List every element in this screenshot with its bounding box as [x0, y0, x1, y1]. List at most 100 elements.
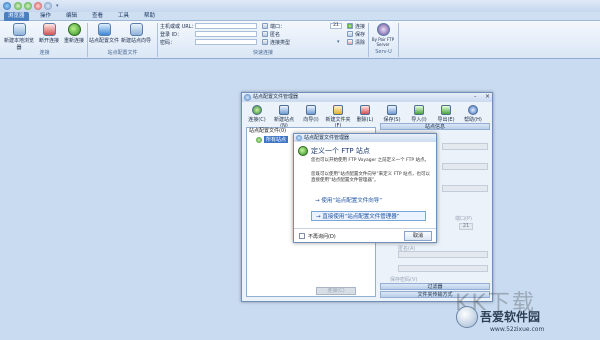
new-browser-button[interactable]: 新建本地浏览器	[2, 23, 36, 51]
connection-type-label[interactable]: 连接类型	[270, 39, 290, 46]
toolbar-import-label: 导入(I)	[411, 117, 427, 123]
toolbar-save-button[interactable]: 保存(S)	[379, 105, 405, 123]
toolbar-export-button[interactable]: 导出(E)	[433, 105, 459, 123]
port-field-label: 端口(P)	[455, 216, 472, 222]
folder-quick-icon[interactable]	[44, 2, 52, 10]
watermark-logo-icon	[456, 306, 478, 328]
menu-edit[interactable]: 编辑	[62, 12, 81, 21]
user-input[interactable]	[195, 31, 257, 37]
connection-type-icon	[262, 39, 268, 45]
new-site-icon	[279, 105, 289, 115]
disconnect-button[interactable]: 断开连接	[37, 23, 61, 44]
reconnect-quick-icon[interactable]	[24, 2, 32, 10]
servu-button[interactable]: By Pair FTP Server	[370, 23, 396, 47]
use-manager-link[interactable]: → 直接使用“站点配置文件管理器”	[311, 211, 426, 221]
host-input[interactable]	[195, 23, 257, 29]
cancel-button[interactable]: 取消	[404, 231, 432, 241]
toolbar-connect-button[interactable]: 连接(C)	[244, 105, 270, 123]
reconnect-button[interactable]: 重新连接	[62, 23, 86, 44]
save-icon	[387, 105, 397, 115]
connect-quick-icon[interactable]	[14, 2, 22, 10]
site-wizard-button[interactable]: 新建站点向导	[120, 23, 152, 44]
connect-icon	[252, 105, 262, 115]
anonymous-label[interactable]: 匿名	[270, 31, 280, 38]
site-profile-label: 站点配置文件	[89, 38, 120, 44]
wizard-icon	[306, 105, 316, 115]
servu-label: By Pair FTP Server	[371, 37, 395, 47]
port-input[interactable]: 21	[330, 23, 342, 29]
user-label: 登录 ID：	[160, 32, 182, 38]
reconnect-icon	[67, 23, 81, 36]
toolbar-wizard-label: 向导(I)	[303, 117, 319, 123]
dropdown-arrow-icon[interactable]: ▾	[56, 3, 59, 9]
bottom-connect-button[interactable]: 连接(C)	[316, 287, 356, 295]
toolbar-delete-label: 删除(L)	[356, 117, 374, 123]
info-field	[398, 265, 488, 272]
save-button[interactable]: 保存	[355, 31, 365, 38]
tree-item-all-sites[interactable]: 所有站点	[264, 136, 289, 143]
close-icon[interactable]: ×	[485, 93, 490, 100]
toolbar-new-folder-button[interactable]: 新建文件夹(F)	[325, 105, 351, 129]
host-label: 主机或或 URL：	[160, 24, 197, 30]
save-password-label: 保存密码(V)	[390, 277, 418, 283]
menu-view[interactable]: 查看	[88, 12, 107, 21]
site-profile-button[interactable]: 站点配置文件	[89, 23, 119, 44]
reconnect-label: 重新连接	[63, 38, 84, 44]
modal-heading: 定义一个 FTP 站点	[311, 147, 370, 155]
group-label-quick-connect: 快速连接	[252, 50, 273, 56]
group-label-servu: Serv-U	[375, 49, 392, 55]
toolbar-import-button[interactable]: 导入(I)	[406, 105, 432, 123]
modal-body-2: 您既可以使用“站点配置文件向导”来定义 FTP 站点，也可以直接使用“站点配置文…	[311, 172, 430, 183]
toolbar-new-site-button[interactable]: 新建站点(N)	[271, 105, 297, 129]
site-manager-app-icon	[244, 94, 251, 101]
modal-app-icon	[296, 135, 302, 141]
info-field	[442, 143, 488, 150]
new-browser-icon	[12, 23, 26, 36]
app-logo-icon[interactable]	[3, 2, 11, 10]
info-field	[398, 251, 488, 258]
menu-tools[interactable]: 工具	[114, 12, 133, 21]
export-icon	[441, 105, 451, 115]
stop-quick-icon[interactable]	[34, 2, 42, 10]
menu-browser[interactable]: 浏览器	[4, 12, 29, 21]
connect-icon	[347, 23, 353, 29]
clear-button[interactable]: 清除	[355, 39, 365, 46]
use-wizard-link[interactable]: → 使用“站点配置文件向导”	[311, 196, 426, 206]
toolbar-connect-label: 连接(C)	[248, 117, 266, 123]
import-icon	[414, 105, 424, 115]
define-site-modal: 站点配置文件管理器 定义一个 FTP 站点 您也可以开始使用 FTP Voyag…	[293, 133, 437, 243]
modal-divider	[294, 228, 436, 229]
password-input[interactable]	[195, 39, 257, 45]
help-icon	[468, 105, 478, 115]
menu-help[interactable]: 帮助	[140, 12, 159, 21]
connection-type-dropdown-icon[interactable]: ▾	[337, 39, 340, 45]
save-icon	[347, 31, 353, 37]
watermark-site-name: 吾爱软件园	[480, 310, 541, 324]
toolbar-export-label: 导出(E)	[437, 117, 455, 123]
clear-icon	[347, 39, 353, 45]
servu-icon	[376, 23, 390, 36]
site-manager-title: 站点配置文件管理器	[242, 93, 492, 102]
connect-button[interactable]: 连接	[355, 23, 365, 30]
anonymous-icon	[262, 31, 268, 37]
dont-ask-label: 不再询问(D)	[308, 234, 336, 240]
group-separator	[398, 23, 399, 57]
toolbar-help-button[interactable]: 帮助(H)	[460, 105, 486, 123]
minimize-icon[interactable]: –	[474, 94, 477, 100]
toolbar-help-label: 帮助(H)	[464, 117, 482, 123]
disconnect-icon	[42, 23, 56, 36]
dont-ask-checkbox[interactable]	[299, 233, 305, 239]
toolbar-delete-button[interactable]: 删除(L)	[352, 105, 378, 123]
site-wizard-label: 新建站点向导	[120, 38, 151, 44]
new-folder-icon	[333, 105, 343, 115]
toolbar-wizard-button[interactable]: 向导(I)	[298, 105, 324, 123]
site-globe-icon	[298, 146, 308, 156]
disconnect-label: 断开连接	[38, 38, 59, 44]
menu-operation[interactable]: 操作	[36, 12, 55, 21]
menu-bar: 浏览器 操作 编辑 查看 工具 帮助	[0, 12, 600, 21]
toolbar-save-label: 保存(S)	[383, 117, 401, 123]
group-label-site-profile: 站点配置文件	[107, 50, 138, 56]
info-field	[442, 185, 488, 192]
watermark-url: www.52zixue.com	[490, 326, 545, 333]
port-label: 端口：	[270, 24, 286, 30]
